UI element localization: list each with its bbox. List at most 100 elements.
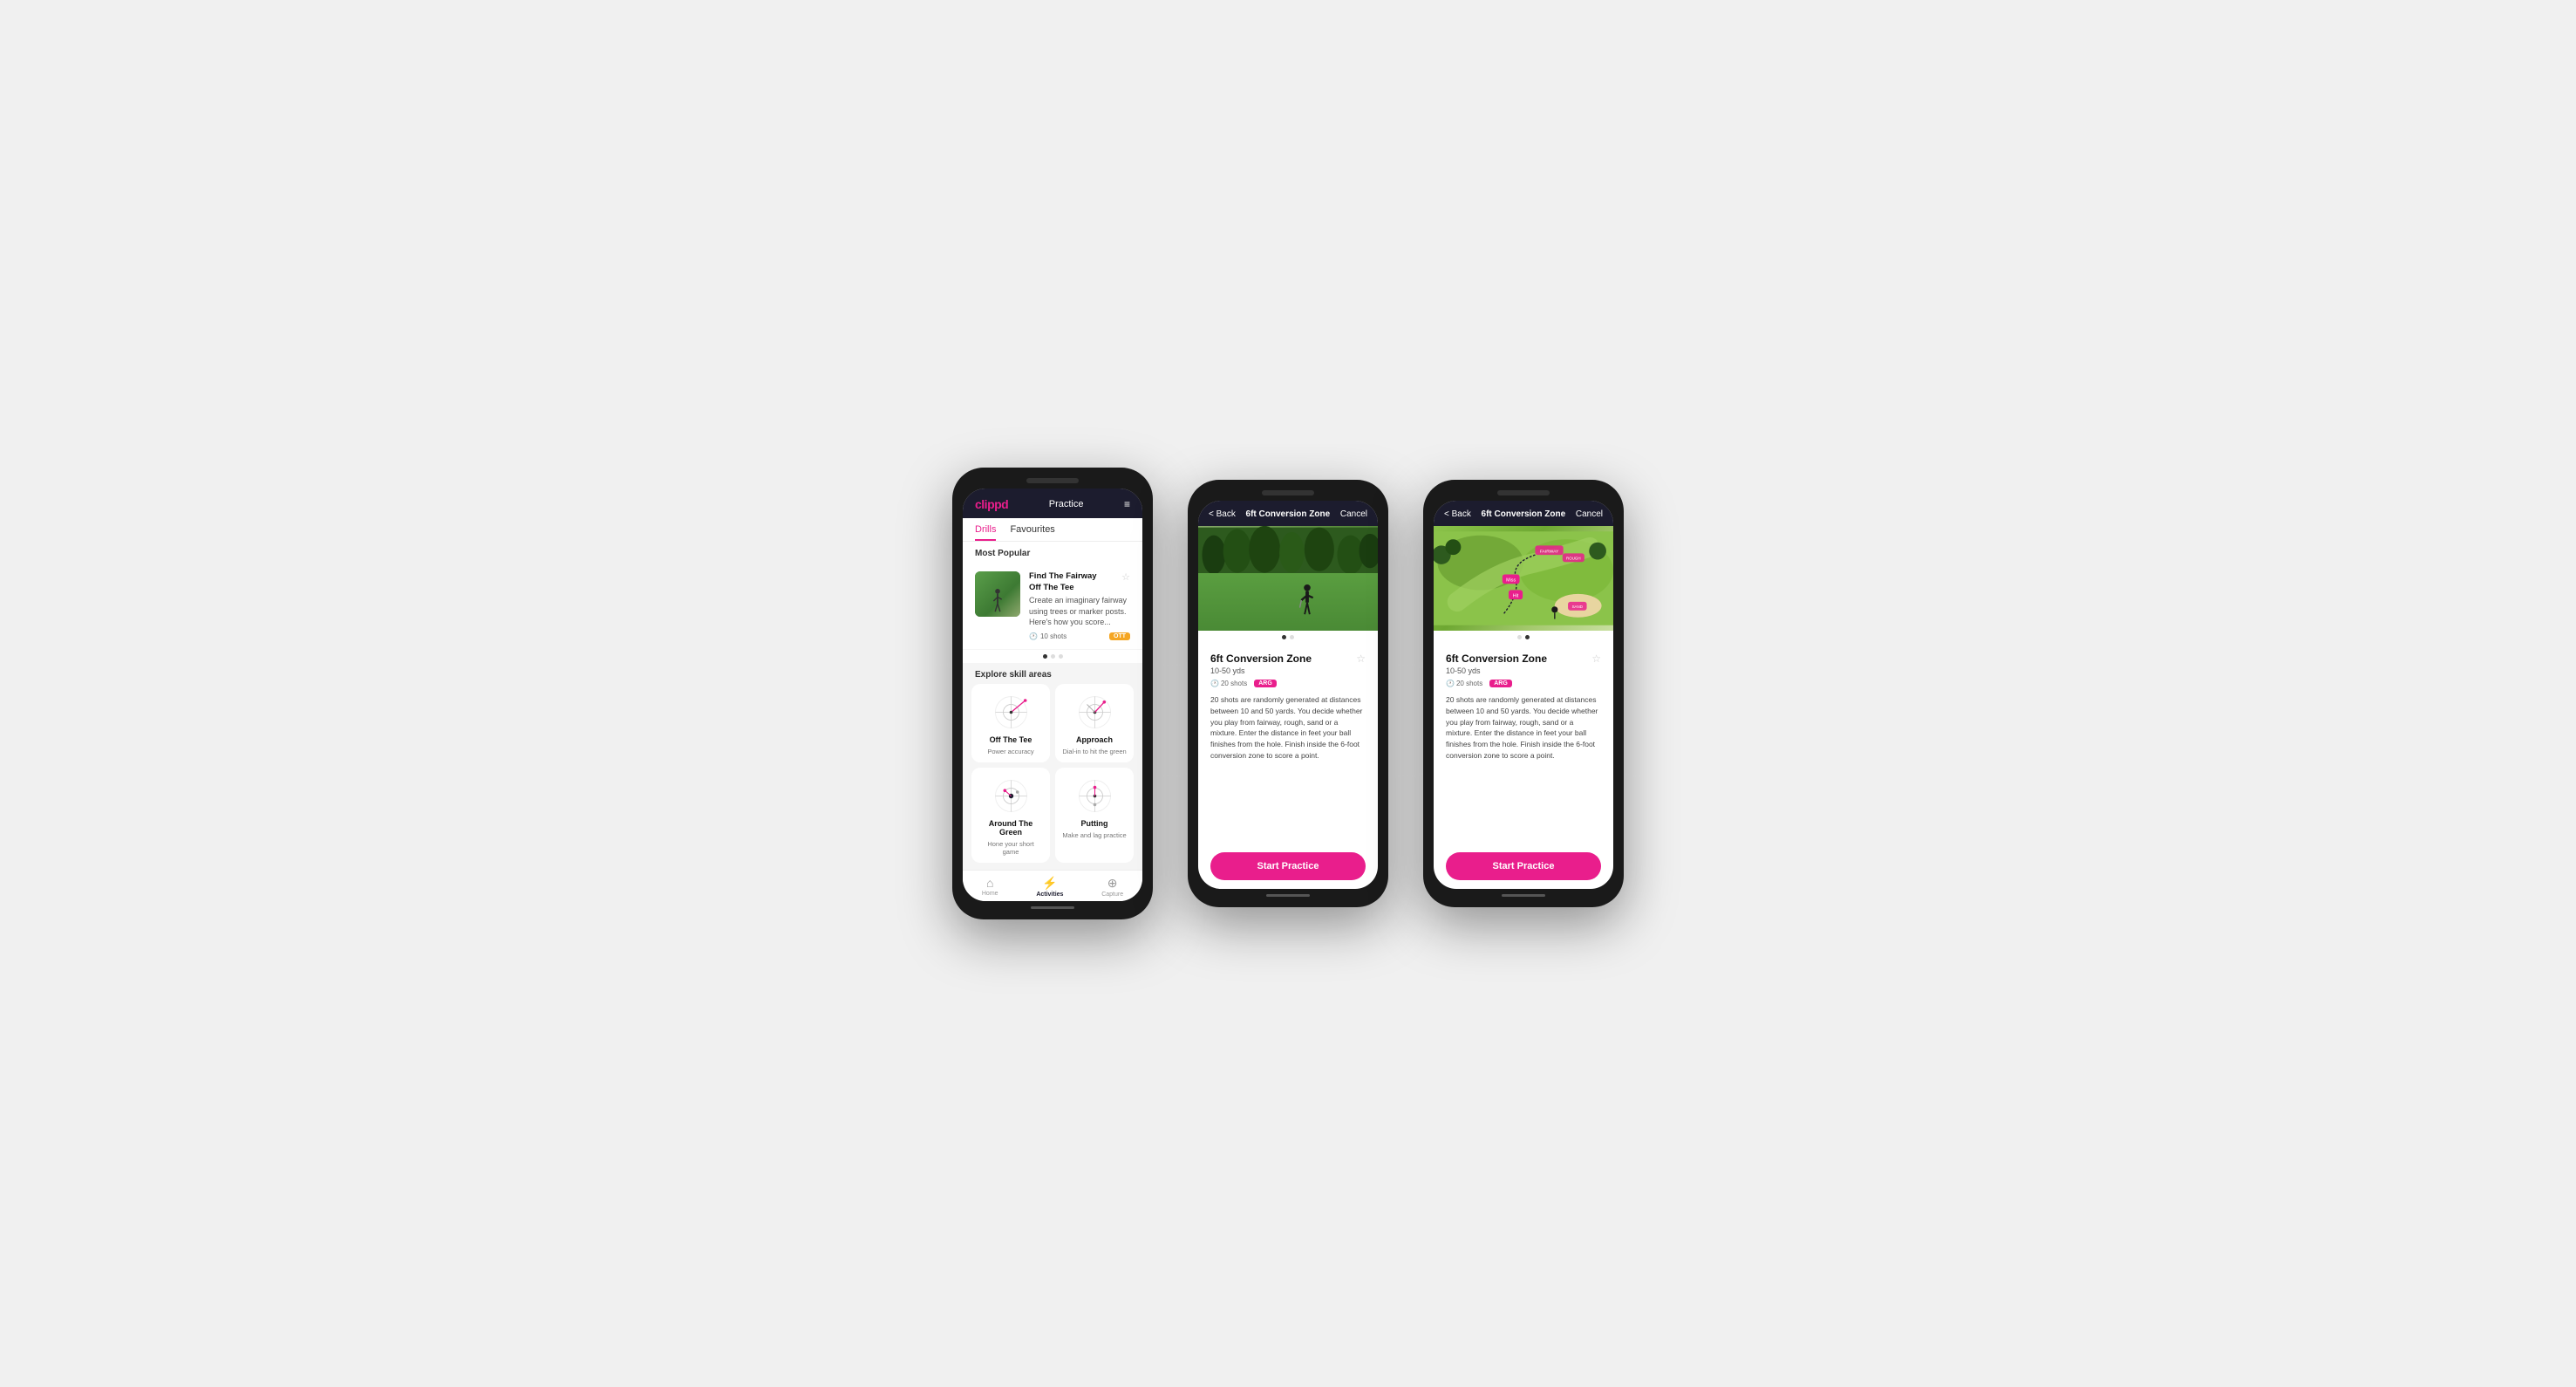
p2-dot-1[interactable]: [1282, 635, 1286, 639]
skill-name-ott: Off The Tee: [990, 735, 1032, 744]
start-practice-button[interactable]: Start Practice: [1210, 852, 1366, 880]
svg-text:SAND: SAND: [1572, 605, 1584, 609]
p3-map: Miss Hit FAIRWAY ROUGH SAND: [1434, 526, 1613, 631]
p3-map-container: Miss Hit FAIRWAY ROUGH SAND: [1434, 526, 1613, 631]
bottom-nav: ⌂ Home ⚡ Activities ⊕ Capture: [963, 870, 1142, 901]
drill-thumbnail: [975, 571, 1020, 617]
drill-meta: 🕐 10 shots OTT: [1029, 632, 1130, 640]
drill-image-container: [1198, 526, 1378, 631]
p2-carousel-dots: [1198, 631, 1378, 644]
p2-content: ☆ 6ft Conversion Zone 10-50 yds 🕐 20 sho…: [1198, 526, 1378, 889]
nav-activities[interactable]: ⚡ Activities: [1036, 876, 1063, 898]
p3-drill-detail: ☆ 6ft Conversion Zone 10-50 yds 🕐 20 sho…: [1434, 644, 1613, 844]
svg-text:FAIRWAY: FAIRWAY: [1540, 549, 1559, 554]
nav-capture-label: Capture: [1101, 892, 1123, 898]
phone-2: < Back 6ft Conversion Zone Cancel: [1188, 480, 1388, 907]
ott-badge: OTT: [1109, 632, 1130, 640]
skill-desc-atg: Hone your short game: [978, 840, 1043, 856]
skill-desc-putting: Make and lag practice: [1062, 831, 1126, 839]
p3-cancel-button[interactable]: Cancel: [1576, 509, 1603, 519]
p2-header-title: 6ft Conversion Zone: [1246, 509, 1331, 519]
p3-shots: 🕐 20 shots: [1446, 680, 1482, 687]
drill-shots: 🕐 10 shots: [1029, 632, 1067, 640]
app-header: clippd Practice ≡: [963, 489, 1142, 518]
p3-content: Miss Hit FAIRWAY ROUGH SAND: [1434, 526, 1613, 889]
off-the-tee-icon-area: [987, 693, 1035, 732]
skill-grid: Off The Tee Power accuracy: [963, 684, 1142, 870]
back-button[interactable]: < Back: [1209, 509, 1236, 519]
skill-putting[interactable]: Putting Make and lag practice: [1055, 768, 1134, 863]
p3-app-header: < Back 6ft Conversion Zone Cancel: [1434, 501, 1613, 526]
drill-subtitle: Off The Tee: [1029, 583, 1130, 593]
p2-drill-detail: ☆ 6ft Conversion Zone 10-50 yds 🕐 20 sho…: [1198, 644, 1378, 844]
svg-text:ROUGH: ROUGH: [1566, 557, 1581, 561]
carousel-dots: [963, 650, 1142, 663]
p3-arg-badge: ARG: [1489, 680, 1512, 687]
p2-dot-2[interactable]: [1290, 635, 1294, 639]
p3-favorite-icon[interactable]: ☆: [1591, 653, 1601, 665]
phone-1: clippd Practice ≡ Drills Favourites Most…: [952, 468, 1153, 919]
p2-shots: 🕐 20 shots: [1210, 680, 1247, 687]
p3-clock-icon: 🕐: [1446, 680, 1455, 687]
putting-icon-area: [1071, 776, 1119, 816]
phone-notch: [1026, 478, 1079, 483]
nav-home-label: Home: [982, 891, 998, 897]
app-logo: clippd: [975, 497, 1008, 511]
p2-drill-title: 6ft Conversion Zone: [1210, 653, 1366, 665]
putting-icon: [1071, 776, 1119, 816]
p2-clock-icon: 🕐: [1210, 680, 1219, 687]
p2-app-header: < Back 6ft Conversion Zone Cancel: [1198, 501, 1378, 526]
p2-favorite-icon[interactable]: ☆: [1356, 653, 1366, 665]
p2-arg-badge: ARG: [1254, 680, 1277, 687]
home-icon: ⌂: [986, 876, 993, 890]
tab-favourites[interactable]: Favourites: [1010, 518, 1054, 541]
phone-notch: [1497, 490, 1550, 495]
phone-1-screen: clippd Practice ≡ Drills Favourites Most…: [963, 489, 1142, 900]
home-bar: [1502, 894, 1545, 897]
activities-icon: ⚡: [1042, 876, 1057, 891]
approach-icon-area: [1071, 693, 1119, 732]
nav-home[interactable]: ⌂ Home: [982, 876, 998, 898]
p2-description: 20 shots are randomly generated at dista…: [1210, 694, 1366, 762]
explore-title: Explore skill areas: [963, 663, 1142, 684]
tab-drills[interactable]: Drills: [975, 518, 996, 541]
phone-3-screen: < Back 6ft Conversion Zone Cancel: [1434, 501, 1613, 889]
svg-text:Hit: Hit: [1513, 593, 1519, 598]
drill-card-body: Find The Fairway Off The Tee Create an i…: [1029, 571, 1130, 639]
course-map-svg: Miss Hit FAIRWAY ROUGH SAND: [1434, 526, 1613, 631]
nav-capture[interactable]: ⊕ Capture: [1101, 876, 1123, 898]
favorite-icon[interactable]: ☆: [1121, 571, 1130, 583]
p2-drill-range: 10-50 yds: [1210, 666, 1366, 675]
featured-drill-card[interactable]: Find The Fairway Off The Tee Create an i…: [963, 563, 1142, 648]
skill-around-the-green[interactable]: Around The Green Hone your short game: [971, 768, 1050, 863]
p2-drill-meta: 🕐 20 shots ARG: [1210, 680, 1366, 687]
p3-back-button[interactable]: < Back: [1444, 509, 1471, 519]
p3-start-practice-button[interactable]: Start Practice: [1446, 852, 1601, 880]
most-popular-title: Most Popular: [963, 542, 1142, 563]
p3-dot-2[interactable]: [1525, 635, 1530, 639]
dot-3[interactable]: [1059, 654, 1063, 659]
atg-icon: [987, 776, 1035, 816]
atg-icon-area: [987, 776, 1035, 816]
drill-description: Create an imaginary fairway using trees …: [1029, 595, 1130, 628]
skill-desc-ott: Power accuracy: [987, 748, 1033, 755]
skill-name-putting: Putting: [1081, 819, 1108, 828]
cancel-button[interactable]: Cancel: [1340, 509, 1367, 519]
skill-name-approach: Approach: [1076, 735, 1113, 744]
dot-2[interactable]: [1051, 654, 1055, 659]
home-bar: [1031, 906, 1074, 909]
skill-approach[interactable]: Approach Dial-in to hit the green: [1055, 684, 1134, 762]
skill-name-atg: Around The Green: [978, 819, 1043, 837]
svg-text:Miss: Miss: [1506, 578, 1516, 584]
dot-1[interactable]: [1043, 654, 1047, 659]
skill-off-the-tee[interactable]: Off The Tee Power accuracy: [971, 684, 1050, 762]
main-content: Most Popular Find: [963, 542, 1142, 869]
p3-drill-title: 6ft Conversion Zone: [1446, 653, 1601, 665]
header-title: Practice: [1049, 499, 1084, 509]
phone-notch: [1262, 490, 1314, 495]
p3-carousel-dots: [1434, 631, 1613, 644]
menu-icon[interactable]: ≡: [1124, 498, 1130, 510]
p3-drill-range: 10-50 yds: [1446, 666, 1601, 675]
p3-dot-1[interactable]: [1517, 635, 1522, 639]
p3-description: 20 shots are randomly generated at dista…: [1446, 694, 1601, 762]
